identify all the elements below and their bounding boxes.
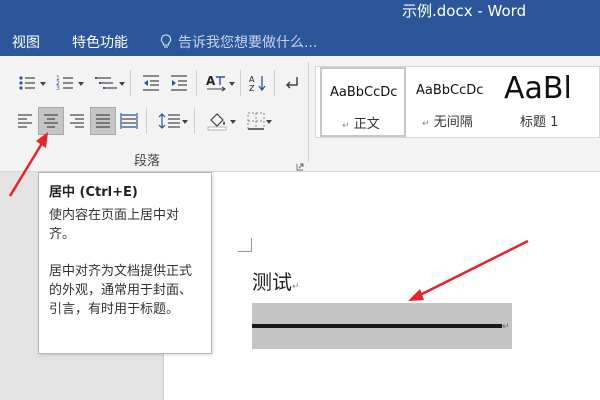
separator [146, 108, 147, 134]
svg-text:Z: Z [249, 84, 255, 93]
borders-icon [247, 112, 265, 130]
paragraph-mark: ↵ [502, 322, 510, 332]
separator [130, 70, 131, 96]
margin-corner-mark [238, 238, 252, 252]
chevron-down-icon [40, 82, 46, 86]
tooltip-description: 使内容在页面上居中对齐。 [49, 208, 180, 242]
align-center-tooltip: 居中 (Ctrl+E) 使内容在页面上居中对齐。 居中对齐为文档提供正式的外观，… [38, 172, 212, 354]
style-name: 标题 1 [520, 115, 559, 130]
chevron-down-icon [229, 82, 235, 86]
shading-button[interactable] [200, 108, 236, 134]
style-no-spacing[interactable]: AaBbCcDc ↵ 无间隔 [408, 67, 496, 137]
svg-text:A: A [249, 75, 255, 84]
document-heading[interactable]: 测试↵ [252, 266, 300, 295]
lightbulb-icon [160, 34, 172, 50]
styles-gallery: AaBbCcDc ↵ 正文 AaBbCcDc ↵ 无间隔 AaBl 标题 1 [315, 66, 600, 138]
separator [194, 108, 195, 134]
style-name: ↵ 正文 [342, 117, 380, 132]
bullets-icon [19, 76, 35, 90]
line-spacing-button[interactable] [152, 108, 188, 134]
svg-text:3: 3 [56, 85, 60, 92]
sort-icon: A Z [249, 75, 266, 93]
chevron-down-icon [119, 82, 125, 86]
justify-button[interactable] [90, 107, 116, 135]
multilevel-list-icon [95, 77, 117, 89]
numbering-icon: 1 2 3 [56, 75, 73, 92]
multilevel-list-button[interactable] [90, 70, 125, 96]
decrease-indent-button[interactable] [138, 70, 164, 96]
chinese-layout-button[interactable]: A [200, 70, 235, 96]
justify-icon [96, 114, 110, 128]
distributed-icon [120, 113, 138, 129]
chinese-layout-icon: A [206, 74, 226, 92]
tooltip-details: 居中对齐为文档提供正式的外观，通常用于封面、引言，有时用于标题。 [49, 264, 193, 317]
bullets-button[interactable] [14, 70, 46, 96]
svg-text:A: A [206, 74, 216, 88]
document-page[interactable] [163, 172, 600, 400]
style-heading-1[interactable]: AaBl 标题 1 [498, 67, 600, 137]
paragraph-mark-icon [285, 77, 298, 89]
separator [274, 70, 275, 96]
horizontal-rule [252, 324, 502, 328]
borders-button[interactable] [238, 108, 274, 134]
paint-bucket-icon [207, 113, 227, 131]
distributed-button[interactable] [117, 108, 141, 134]
ribbon: 1 2 3 A A Z 段落 AaBbCcDc ↵ 正文 AaBbCcDc ↵ … [0, 56, 600, 172]
style-sample: AaBl [504, 71, 572, 106]
chevron-down-icon [266, 120, 272, 124]
style-name: ↵ 无间隔 [422, 115, 473, 130]
dialog-launcher-icon[interactable] [296, 156, 304, 171]
align-left-button[interactable] [12, 108, 38, 134]
align-left-icon [18, 114, 32, 128]
style-sample: AaBbCcDc [330, 85, 398, 100]
separator [240, 70, 241, 96]
align-center-button[interactable] [38, 107, 64, 135]
tab-view[interactable]: 视图 [12, 32, 40, 52]
window-title: 示例.docx - Word [402, 2, 527, 20]
align-right-button[interactable] [64, 108, 90, 134]
ribbon-tab-row: 视图 特色功能 告诉我您想要做什么... [0, 28, 600, 56]
chevron-down-icon [230, 120, 236, 124]
group-separator [308, 62, 309, 162]
separator [196, 70, 197, 96]
align-center-icon [44, 114, 58, 128]
tell-me-box[interactable]: 告诉我您想要做什么... [160, 32, 317, 52]
increase-indent-icon [171, 75, 187, 91]
numbering-button[interactable]: 1 2 3 [52, 70, 84, 96]
tab-special-features[interactable]: 特色功能 [72, 32, 128, 52]
align-right-icon [70, 114, 84, 128]
increase-indent-button[interactable] [166, 70, 192, 96]
sort-button[interactable]: A Z [246, 70, 270, 96]
line-spacing-icon [158, 113, 180, 129]
decrease-indent-icon [143, 75, 159, 91]
style-sample: AaBbCcDc [416, 83, 484, 98]
show-hide-marks-button[interactable] [280, 70, 304, 96]
paragraph-group-label: 段落 [134, 154, 161, 169]
chevron-down-icon [182, 120, 188, 124]
title-bar: 示例.docx - Word [0, 0, 600, 28]
chevron-down-icon [78, 82, 84, 86]
style-normal[interactable]: AaBbCcDc ↵ 正文 [320, 67, 406, 137]
tell-me-placeholder: 告诉我您想要做什么... [178, 35, 318, 51]
tooltip-title: 居中 (Ctrl+E) [49, 185, 138, 200]
